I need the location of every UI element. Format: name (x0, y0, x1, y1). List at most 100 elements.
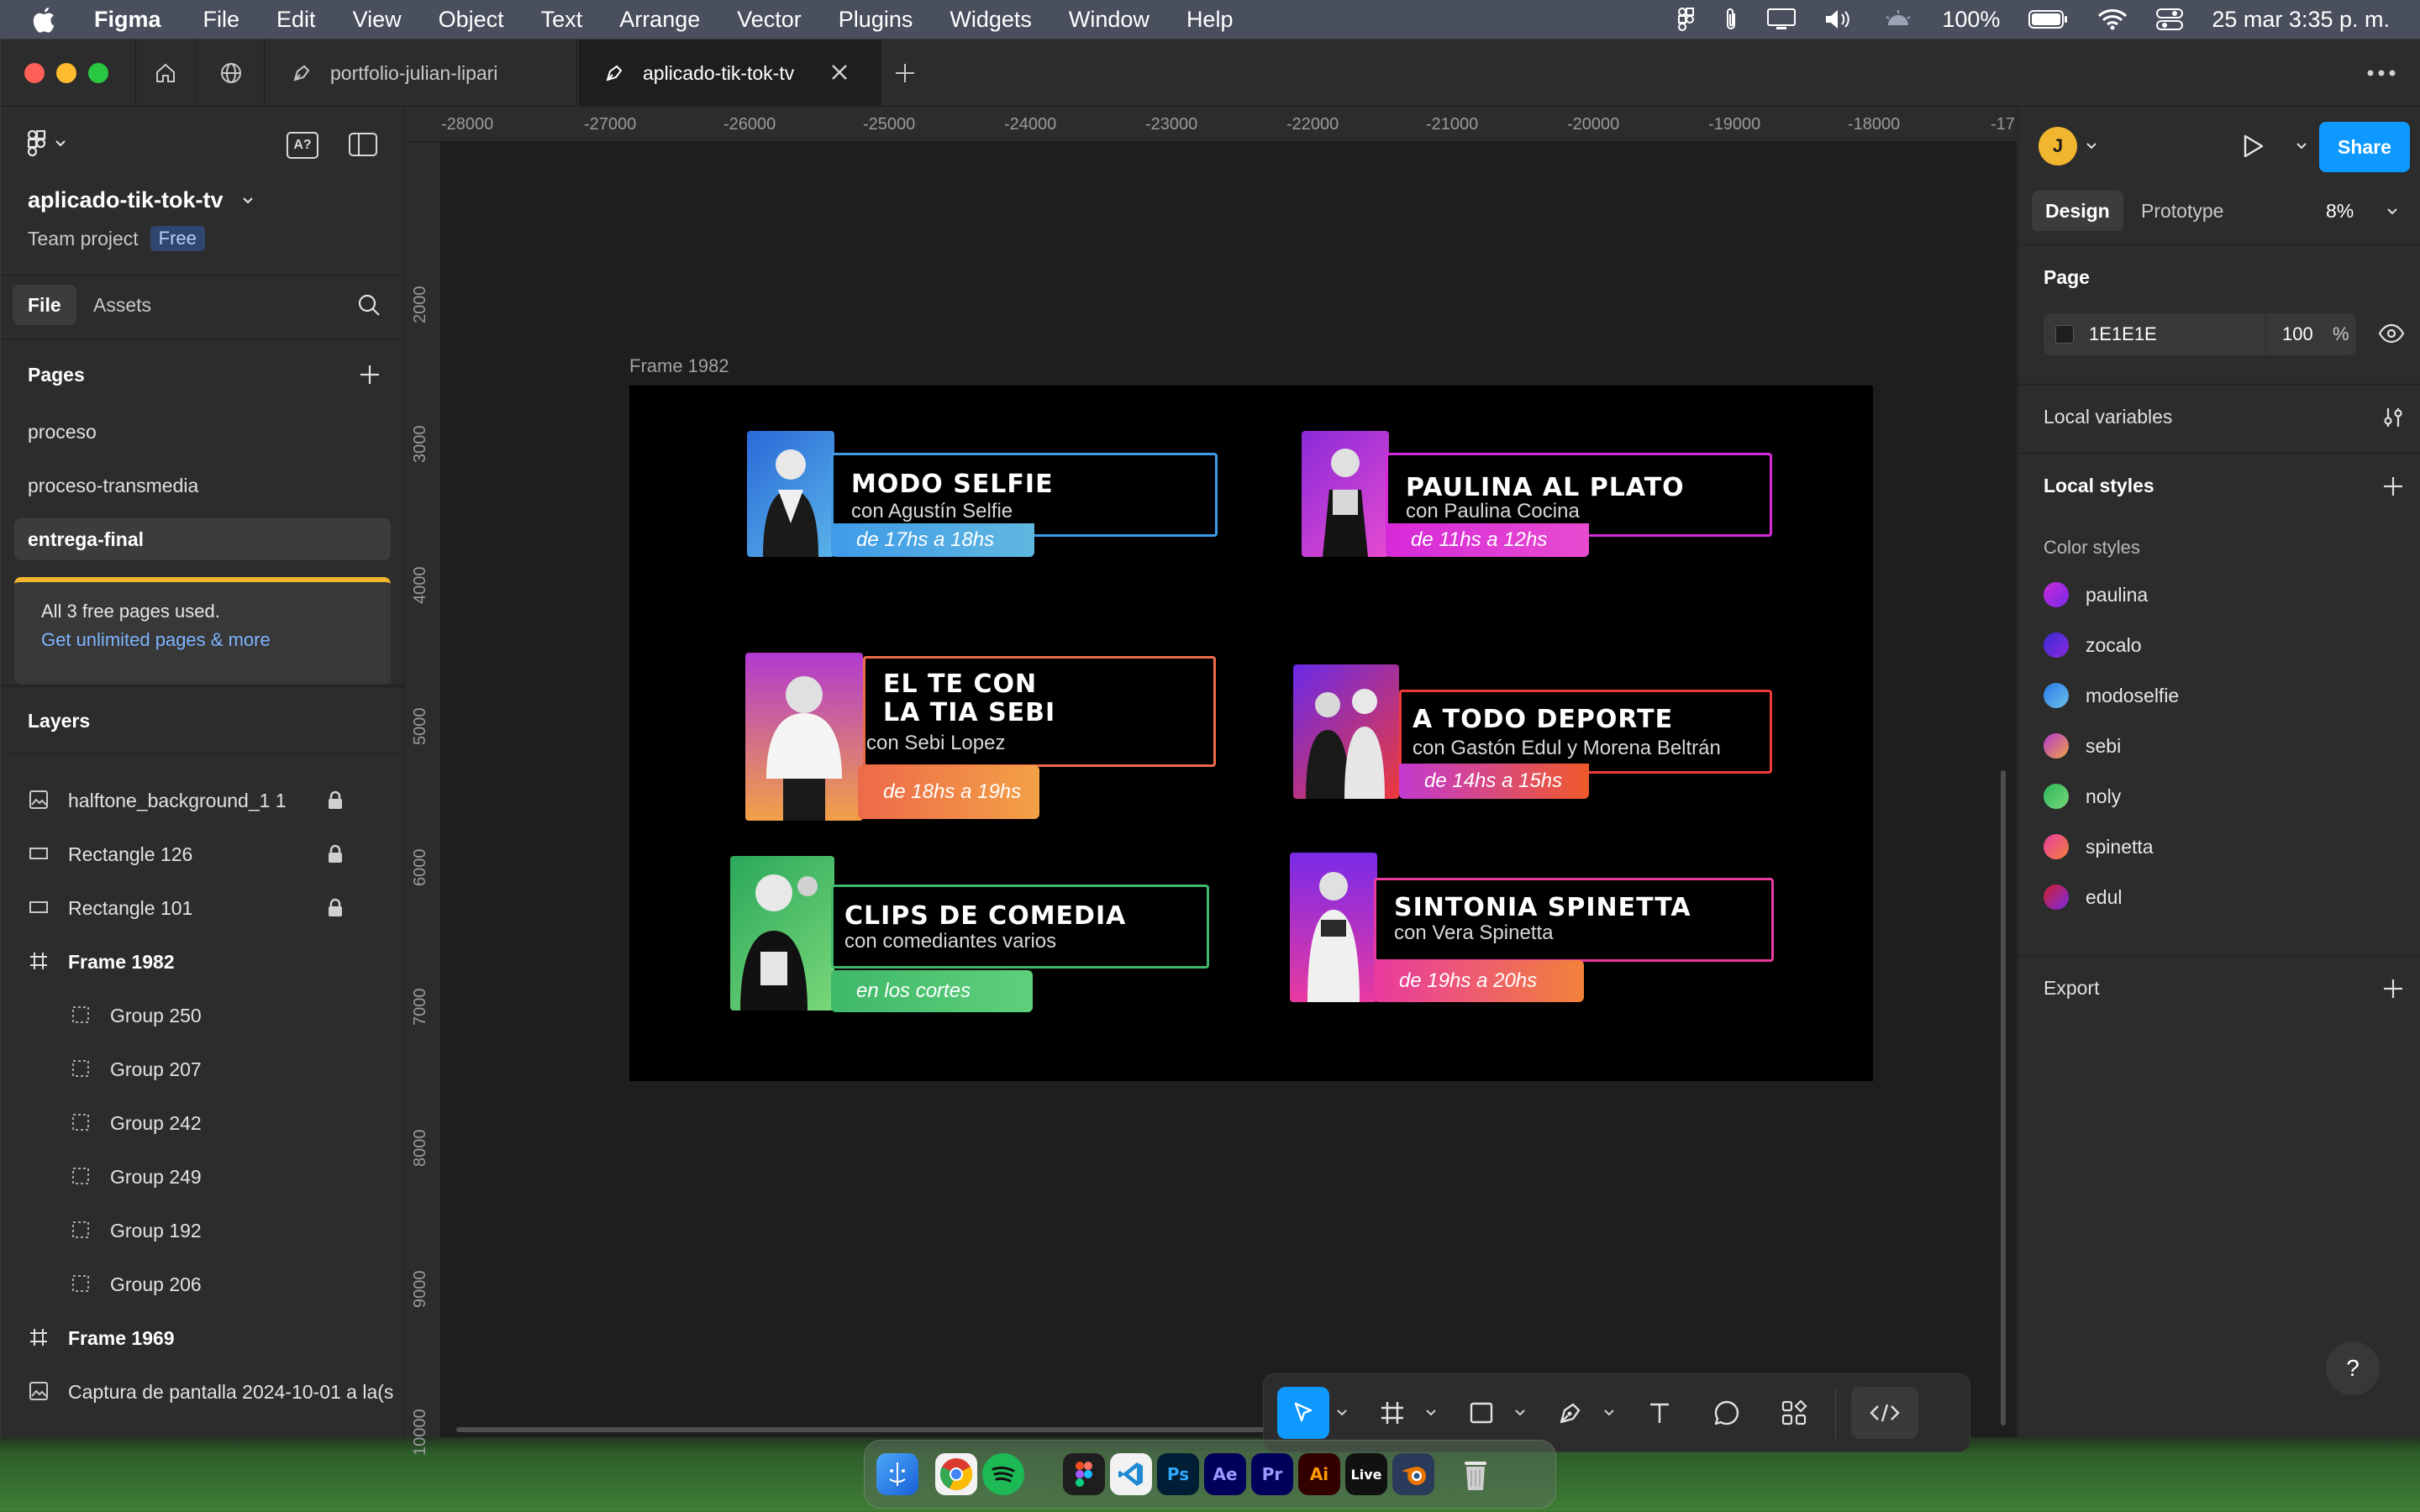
layer-group-192[interactable]: Group 192 (1, 1204, 404, 1257)
file-name-button[interactable]: aplicado-tik-tok-tv (28, 187, 254, 213)
chevron-down-icon[interactable] (2086, 142, 2097, 150)
lock-icon[interactable] (327, 790, 345, 811)
chevron-down-icon[interactable] (1333, 1387, 1351, 1439)
home-button[interactable] (135, 39, 196, 107)
page-color-hex[interactable]: 1E1E1E (2089, 323, 2157, 345)
color-style-edul[interactable]: edul (2044, 885, 2122, 910)
main-menu-button[interactable] (28, 130, 66, 157)
team-label[interactable]: Team project (28, 228, 139, 250)
menu-object[interactable]: Object (439, 7, 504, 33)
upgrade-link[interactable]: Get unlimited pages & more (41, 629, 391, 651)
page-item-proceso-transmedia[interactable]: proceso-transmedia (14, 465, 391, 507)
layer-group-206[interactable]: Group 206 (1, 1257, 404, 1311)
chevron-down-icon[interactable] (2386, 207, 2398, 216)
tab-portfolio[interactable]: portfolio-julian-lipari (266, 39, 577, 107)
frame-tool-button[interactable] (1366, 1387, 1418, 1439)
chevron-down-icon[interactable] (2296, 142, 2307, 150)
layer-rectangle-126[interactable]: Rectangle 126 (1, 827, 404, 881)
tab-assets[interactable]: Assets (93, 285, 151, 325)
share-button[interactable]: Share (2319, 122, 2410, 172)
help-button[interactable]: ? (2326, 1341, 2380, 1395)
card-el-te-con-la-tia-sebi[interactable]: EL TE CON LA TIA SEBI con Sebi Lopez de … (745, 653, 1216, 824)
maximize-window-button[interactable] (88, 63, 108, 83)
premiere-icon[interactable]: Pr (1251, 1453, 1293, 1495)
blender-icon[interactable] (1392, 1453, 1434, 1495)
menu-arrange[interactable]: Arrange (619, 7, 700, 33)
more-options-icon[interactable] (2367, 70, 2396, 76)
menu-edit[interactable]: Edit (276, 7, 316, 33)
eye-icon[interactable] (2378, 323, 2405, 344)
close-window-button[interactable] (24, 63, 45, 83)
menu-app-name[interactable]: Figma (94, 7, 161, 33)
color-style-modoselfie[interactable]: modoselfie (2044, 683, 2179, 708)
zoom-level[interactable]: 8% (2326, 191, 2354, 231)
trash-icon[interactable] (1455, 1453, 1497, 1495)
page-item-proceso[interactable]: proceso (14, 411, 391, 453)
illustrator-icon[interactable]: Ai (1298, 1453, 1340, 1495)
figma-app-icon[interactable] (1063, 1453, 1105, 1495)
menu-vector[interactable]: Vector (737, 7, 802, 33)
layer-group-250[interactable]: Group 250 (1, 989, 404, 1042)
color-style-paulina[interactable]: paulina (2044, 582, 2148, 607)
tab-prototype[interactable]: Prototype (2141, 191, 2223, 231)
wifi-icon[interactable] (2097, 8, 2128, 30)
color-style-sebi[interactable]: sebi (2044, 733, 2121, 759)
battery-icon[interactable] (2028, 9, 2069, 29)
page-item-entrega-final[interactable]: entrega-final (14, 518, 391, 560)
chevron-down-icon[interactable] (1511, 1387, 1529, 1439)
display-icon[interactable] (1767, 8, 1797, 30)
move-tool-button[interactable] (1277, 1387, 1329, 1439)
page-color-swatch[interactable] (2055, 325, 2074, 344)
layer-halftone-background[interactable]: halftone_background_1 1 (1, 774, 404, 827)
page-opacity[interactable]: 100 (2282, 323, 2313, 345)
user-avatar[interactable]: J (2039, 127, 2077, 165)
menu-file[interactable]: File (203, 7, 240, 33)
spotify-icon[interactable] (982, 1453, 1024, 1495)
menu-widgets[interactable]: Widgets (950, 7, 1032, 33)
layer-rectangle-101[interactable]: Rectangle 101 (1, 881, 404, 935)
dev-mode-button[interactable] (1851, 1387, 1918, 1439)
card-sintonia-spinetta[interactable]: SINTONIA SPINETTA con Vera Spinetta de 1… (1290, 853, 1774, 1002)
after-effects-icon[interactable]: Ae (1204, 1453, 1246, 1495)
export-title[interactable]: Export (2044, 977, 2099, 1000)
ai-text-icon[interactable]: A? (287, 132, 318, 159)
apple-menu-icon[interactable] (32, 6, 66, 33)
lock-icon[interactable] (327, 898, 345, 918)
color-style-spinetta[interactable]: spinetta (2044, 834, 2154, 859)
vscode-icon[interactable] (1110, 1453, 1152, 1495)
new-tab-icon[interactable] (893, 61, 917, 85)
card-modo-selfie[interactable]: MODO SELFIE con Agustín Selfie de 17hs a… (747, 431, 1218, 557)
add-export-icon[interactable] (2381, 977, 2405, 1000)
menu-text[interactable]: Text (541, 7, 583, 33)
add-page-icon[interactable] (359, 364, 381, 386)
layer-group-207[interactable]: Group 207 (1, 1042, 404, 1096)
ableton-live-icon[interactable]: Live (1345, 1453, 1387, 1495)
layer-group-242[interactable]: Group 242 (1, 1096, 404, 1150)
layer-captura[interactable]: Captura de pantalla 2024-10-01 a la(s (1, 1365, 404, 1419)
frame-1982[interactable]: MODO SELFIE con Agustín Selfie de 17hs a… (629, 386, 1873, 1081)
pen-tool-button[interactable] (1544, 1387, 1597, 1439)
figma-status-icon[interactable] (1678, 8, 1695, 31)
brightness-icon[interactable] (1883, 8, 1913, 30)
card-clips-de-comedia[interactable]: CLIPS DE COMEDIA con comediantes varios … (730, 848, 1218, 1012)
tab-aplicado[interactable]: aplicado-tik-tok-tv (579, 39, 881, 107)
photoshop-icon[interactable]: Ps (1157, 1453, 1199, 1495)
tab-file[interactable]: File (13, 285, 76, 325)
menu-plugins[interactable]: Plugins (839, 7, 913, 33)
control-center-icon[interactable] (2156, 8, 2184, 30)
comment-tool-button[interactable] (1701, 1387, 1753, 1439)
minimize-window-button[interactable] (56, 63, 76, 83)
search-icon[interactable] (357, 293, 381, 317)
actions-tool-button[interactable] (1768, 1387, 1820, 1439)
add-style-icon[interactable] (2381, 475, 2405, 498)
chrome-icon[interactable] (935, 1453, 977, 1495)
card-paulina-al-plato[interactable]: PAULINA AL PLATO con Paulina Cocina de 1… (1302, 431, 1772, 557)
present-play-icon[interactable] (2242, 134, 2265, 159)
frame-label[interactable]: Frame 1982 (629, 355, 729, 377)
close-tab-icon[interactable] (829, 62, 850, 82)
local-variables-title[interactable]: Local variables (2044, 406, 2172, 428)
shape-tool-button[interactable] (1455, 1387, 1507, 1439)
community-button[interactable] (197, 39, 265, 107)
tab-design[interactable]: Design (2032, 191, 2123, 231)
finder-icon[interactable] (876, 1453, 918, 1495)
